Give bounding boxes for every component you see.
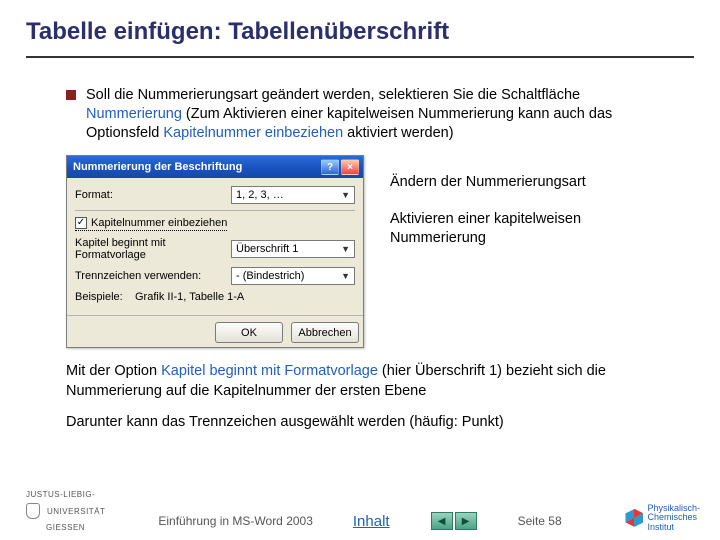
next-slide-button[interactable] <box>455 512 477 530</box>
dialog-body: Format: 1, 2, 3, … ▼ ✓ Kapitelnummer ein… <box>67 178 363 315</box>
help-icon[interactable]: ? <box>321 159 339 175</box>
dialog-button-row: OK Abbrechen <box>67 315 363 347</box>
separator-select[interactable]: - (Bindestrich) ▼ <box>231 267 355 285</box>
institute-hex-icon <box>625 509 643 527</box>
course-name: Einführung in MS-Word 2003 <box>158 514 313 528</box>
inst-line3: Institut <box>647 523 700 532</box>
bullet-text-post: aktiviert werden) <box>343 125 453 141</box>
chevron-down-icon: ▼ <box>341 190 350 200</box>
chevron-down-icon: ▼ <box>341 244 350 254</box>
bullet-text-pre: Soll die Nummerierungsart geändert werde… <box>86 87 580 103</box>
bullet-text: Soll die Nummerierungsart geändert werde… <box>86 86 660 143</box>
checkbox-icon: ✓ <box>75 217 87 229</box>
title-rule <box>26 56 694 58</box>
format-select[interactable]: 1, 2, 3, … ▼ <box>231 186 355 204</box>
chapter-style-label: Kapitel beginnt mit Formatvorlage <box>75 237 225 261</box>
page-number: Seite 58 <box>518 514 562 528</box>
institute-text: Physikalisch- Chemisches Institut <box>647 504 700 532</box>
chapter-style-value: Überschrift 1 <box>236 243 298 255</box>
bullet-marker-icon <box>66 90 76 100</box>
chapter-style-select[interactable]: Überschrift 1 ▼ <box>231 240 355 258</box>
institute-logo: Physikalisch- Chemisches Institut <box>625 504 700 532</box>
nav-buttons <box>430 512 478 530</box>
content-area: Soll die Nummerierungsart geändert werde… <box>26 86 694 432</box>
keyword-nummerierung: Nummerierung <box>86 106 182 122</box>
paragraph-separator: Darunter kann das Trennzeichen ausgewähl… <box>66 413 660 432</box>
cancel-button[interactable]: Abbrechen <box>291 322 359 343</box>
bullet-item: Soll die Nummerierungsart geändert werde… <box>66 86 660 143</box>
footer: JUSTUS-LIEBIG- UNIVERSITÄT GIESSEN <box>0 480 720 540</box>
separator-value: - (Bindestrich) <box>236 270 304 282</box>
note-chapter-numbering: Aktivieren einer kapitelweisen Nummerier… <box>390 210 660 248</box>
dialog-titlebar: Nummerierung der Beschriftung ? × <box>67 156 363 178</box>
format-label: Format: <box>75 189 225 201</box>
slide: Tabelle einfügen: Tabellenüberschrift So… <box>0 0 720 540</box>
format-value: 1, 2, 3, … <box>236 189 284 201</box>
example-value: Grafik II-1, Tabelle 1-A <box>135 291 244 303</box>
side-notes: Ändern der Nummerierungsart Aktivieren e… <box>390 155 660 266</box>
mid-row: Nummerierung der Beschriftung ? × Format… <box>66 155 660 348</box>
checkbox-label: Kapitelnummer einbeziehen <box>91 217 227 229</box>
paragraph-option: Mit der Option Kapitel beginnt mit Forma… <box>66 362 660 400</box>
uni-line1: JUSTUS-LIEBIG- <box>26 490 95 499</box>
separator-label: Trennzeichen verwenden: <box>75 270 225 282</box>
toc-link[interactable]: Inhalt <box>353 513 390 530</box>
dialog-title: Nummerierung der Beschriftung <box>73 161 242 173</box>
footer-line: Einführung in MS-Word 2003 Inhalt Seite … <box>0 512 720 530</box>
dialog-nummerierung: Nummerierung der Beschriftung ? × Format… <box>66 155 364 348</box>
note-change-numbering: Ändern der Nummerierungsart <box>390 173 660 192</box>
example-label: Beispiele: <box>75 291 129 303</box>
close-icon[interactable]: × <box>341 159 359 175</box>
chevron-down-icon: ▼ <box>341 271 350 281</box>
ok-button[interactable]: OK <box>215 322 283 343</box>
slide-title: Tabelle einfügen: Tabellenüberschrift <box>26 18 694 46</box>
keyword-formatvorlage: Kapitel beginnt mit Formatvorlage <box>161 363 378 379</box>
prev-slide-button[interactable] <box>431 512 453 530</box>
keyword-kapitelnummer: Kapitelnummer einbeziehen <box>163 125 343 141</box>
checkbox-kapitelnummer[interactable]: ✓ Kapitelnummer einbeziehen <box>75 217 227 231</box>
para1-pre: Mit der Option <box>66 363 161 379</box>
